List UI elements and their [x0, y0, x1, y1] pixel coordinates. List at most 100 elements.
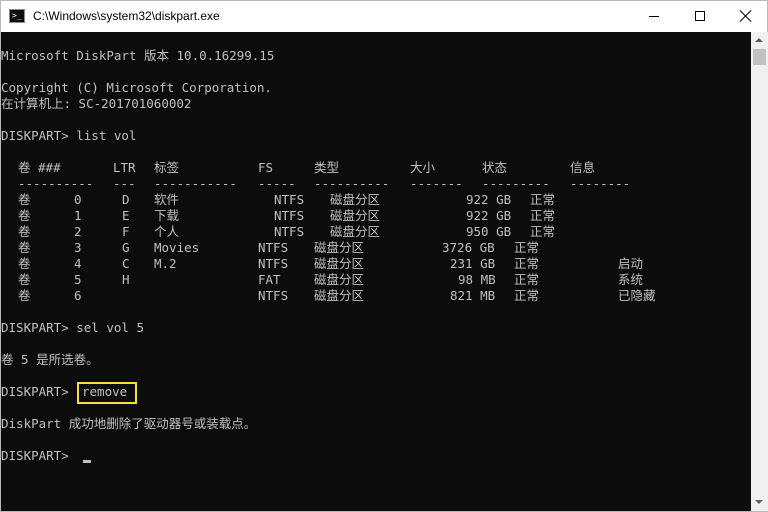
scroll-up-button[interactable]: [751, 32, 768, 49]
header-size: 大小: [410, 160, 436, 175]
table-row-vol: 卷: [18, 240, 31, 255]
header-label: 标签: [154, 160, 180, 175]
table-row-size: 231 GB: [450, 256, 496, 271]
close-icon: [739, 9, 753, 23]
table-row-ltr: H: [122, 272, 130, 287]
console-output[interactable]: Microsoft DiskPart 版本 10.0.16299.15 Copy…: [1, 32, 751, 511]
table-row-size: 922 GB: [466, 208, 512, 223]
console-window: >_ C:\Windows\system32\diskpart.exe Micr…: [0, 0, 768, 512]
table-row-info: 已隐藏: [618, 288, 656, 303]
header-ltr: LTR: [113, 160, 136, 175]
table-row-status: 正常: [514, 288, 540, 303]
table-row-vol: 卷: [18, 256, 31, 271]
close-button[interactable]: [723, 1, 768, 32]
table-row-label: 软件: [154, 192, 180, 207]
header-info: 信息: [570, 160, 596, 175]
table-row-fs: NTFS: [258, 288, 289, 303]
table-row-fs: NTFS: [258, 240, 289, 255]
scroll-thumb[interactable]: [753, 49, 766, 65]
table-row-status: 正常: [530, 208, 556, 223]
maximize-button[interactable]: [677, 1, 723, 32]
remove-result: DiskPart 成功地删除了驱动器号或装载点。: [1, 416, 257, 431]
table-row-ltr: C: [122, 256, 130, 271]
table-row-type: 磁盘分区: [314, 272, 365, 287]
table-row-num: 3: [74, 240, 82, 255]
table-row-ltr: E: [122, 208, 130, 223]
minimize-icon: [649, 16, 659, 17]
table-row-type: 磁盘分区: [330, 224, 381, 239]
table-row-vol: 卷: [18, 208, 31, 223]
table-row-label: M.2: [154, 256, 177, 271]
table-row-fs: NTFS: [274, 208, 305, 223]
separator-type: ----------: [314, 176, 390, 191]
separator-label: -----------: [154, 176, 237, 191]
scroll-down-button[interactable]: [751, 494, 768, 511]
table-row-num: 2: [74, 224, 82, 239]
table-row-size: 3726 GB: [442, 240, 495, 255]
table-row-ltr: D: [122, 192, 130, 207]
scroll-up-arrow-icon: [755, 38, 763, 42]
computer-line: 在计算机上: SC-201701060002: [1, 96, 192, 111]
scroll-down-arrow-icon: [755, 500, 763, 504]
vertical-scrollbar[interactable]: [751, 32, 768, 511]
table-row-label: Movies: [154, 240, 200, 255]
separator-size: -------: [410, 176, 463, 191]
separator-status: ---------: [482, 176, 550, 191]
table-row-status: 正常: [514, 272, 540, 287]
minimize-button[interactable]: [631, 1, 677, 32]
table-row-num: 0: [74, 192, 82, 207]
header-type: 类型: [314, 160, 340, 175]
table-row-type: 磁盘分区: [314, 256, 365, 271]
table-row-num: 4: [74, 256, 82, 271]
table-row-vol: 卷: [18, 272, 31, 287]
separator-vol: ----------: [18, 176, 94, 191]
console-app-icon: >_: [9, 9, 25, 23]
table-row-info: 系统: [618, 272, 644, 287]
table-row-type: 磁盘分区: [314, 288, 365, 303]
table-row-vol: 卷: [18, 192, 31, 207]
table-row-size: 821 MB: [450, 288, 496, 303]
table-row-vol: 卷: [18, 224, 31, 239]
table-row-num: 5: [74, 272, 82, 287]
table-row-label: 个人: [154, 224, 180, 239]
text-cursor: [83, 460, 91, 463]
separator-fs: -----: [258, 176, 296, 191]
table-row-fs: NTFS: [258, 256, 289, 271]
table-row-type: 磁盘分区: [330, 208, 381, 223]
final-prompt: DISKPART>: [1, 448, 69, 463]
table-row-type: 磁盘分区: [330, 192, 381, 207]
title-bar[interactable]: >_ C:\Windows\system32\diskpart.exe: [1, 1, 767, 32]
header-vol: 卷 ###: [18, 160, 61, 175]
version-line: Microsoft DiskPart 版本 10.0.16299.15: [1, 48, 275, 63]
table-row-label: 下载: [154, 208, 180, 223]
table-row-status: 正常: [530, 224, 556, 239]
sel-vol-command: DISKPART> sel vol 5: [1, 320, 144, 335]
maximize-icon: [695, 11, 705, 21]
table-row-status: 正常: [530, 192, 556, 207]
table-row-num: 6: [74, 288, 82, 303]
table-row-type: 磁盘分区: [314, 240, 365, 255]
separator-ltr: ---: [113, 176, 136, 191]
table-row-size: 922 GB: [466, 192, 512, 207]
table-row-status: 正常: [514, 240, 540, 255]
window-title: C:\Windows\system32\diskpart.exe: [33, 9, 220, 23]
list-vol-command: DISKPART> list vol: [1, 128, 137, 143]
table-row-vol: 卷: [18, 288, 31, 303]
table-row-size: 98 MB: [458, 272, 496, 287]
table-row-num: 1: [74, 208, 82, 223]
table-row-size: 950 GB: [466, 224, 512, 239]
remove-command-highlight: [77, 382, 137, 404]
table-row-fs: NTFS: [274, 224, 305, 239]
sel-vol-result: 卷 5 是所选卷。: [1, 352, 99, 367]
header-status: 状态: [482, 160, 508, 175]
header-fs: FS: [258, 160, 274, 175]
copyright-line: Copyright (C) Microsoft Corporation.: [1, 80, 272, 95]
table-row-fs: NTFS: [274, 192, 305, 207]
prompt-glyph-icon: >_: [12, 11, 22, 20]
remove-prompt: DISKPART>: [1, 384, 69, 399]
table-row-ltr: G: [122, 240, 130, 255]
separator-info: --------: [570, 176, 631, 191]
table-row-status: 正常: [514, 256, 540, 271]
table-row-fs: FAT: [258, 272, 281, 287]
table-row-info: 启动: [618, 256, 644, 271]
